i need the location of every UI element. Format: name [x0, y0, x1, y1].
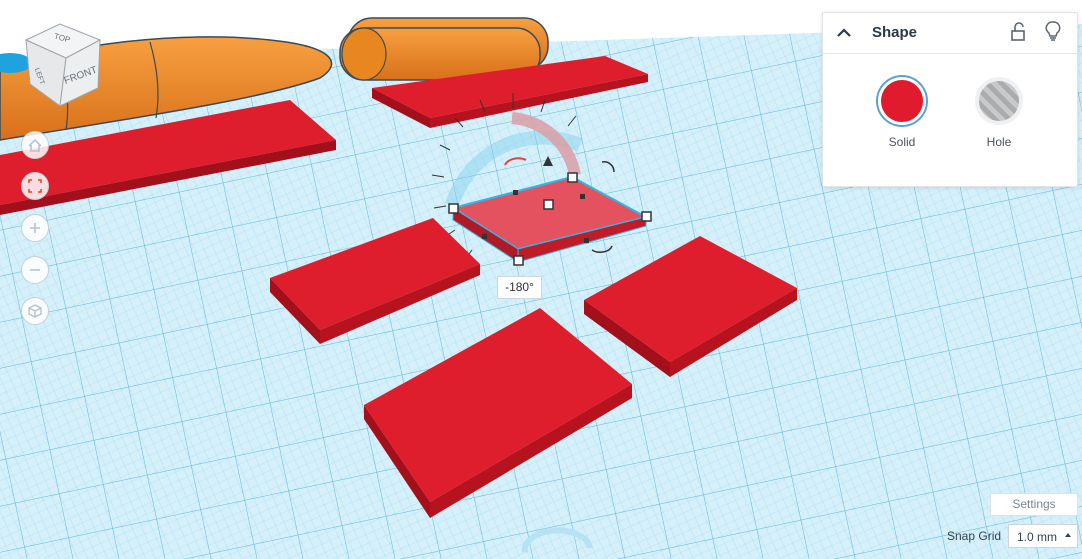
home-icon	[28, 138, 42, 152]
shape-panel: Shape Solid Hole	[822, 12, 1078, 187]
shape-panel-header: Shape	[823, 13, 1077, 54]
solid-color-swatch[interactable]	[878, 77, 926, 125]
settings-button[interactable]: Settings	[990, 493, 1078, 516]
chevron-up-icon	[837, 28, 851, 37]
collapse-panel-button[interactable]	[834, 23, 854, 43]
rotation-angle-tooltip: -180°	[497, 276, 542, 299]
light-button[interactable]	[1043, 19, 1063, 43]
snap-grid-label: Snap Grid	[947, 529, 1002, 543]
solid-option[interactable]: Solid	[877, 77, 927, 149]
fit-view-button[interactable]	[21, 172, 49, 200]
lock-button[interactable]	[1009, 21, 1029, 43]
zoom-out-icon	[30, 269, 40, 271]
fit-view-icon	[28, 179, 42, 193]
home-button[interactable]	[21, 131, 49, 159]
shape-panel-title: Shape	[872, 24, 918, 41]
snap-grid-value: 1.0 mm	[1017, 530, 1058, 544]
snap-grid-select[interactable]: 1.0 mm	[1008, 524, 1078, 548]
hole-option[interactable]: Hole	[974, 77, 1024, 149]
view-cube[interactable]: TOP LEFT FRONT	[20, 18, 110, 113]
perspective-button[interactable]	[21, 297, 49, 325]
unlock-icon	[1011, 22, 1025, 41]
hole-label: Hole	[986, 135, 1012, 149]
hole-swatch[interactable]	[975, 77, 1023, 125]
perspective-icon	[28, 304, 42, 318]
zoom-out-button[interactable]	[21, 256, 49, 284]
lightbulb-icon	[1045, 21, 1061, 41]
solid-label: Solid	[888, 135, 916, 149]
zoom-in-icon	[30, 223, 40, 233]
caret-up-icon	[1065, 533, 1071, 537]
zoom-in-button[interactable]	[21, 214, 49, 242]
